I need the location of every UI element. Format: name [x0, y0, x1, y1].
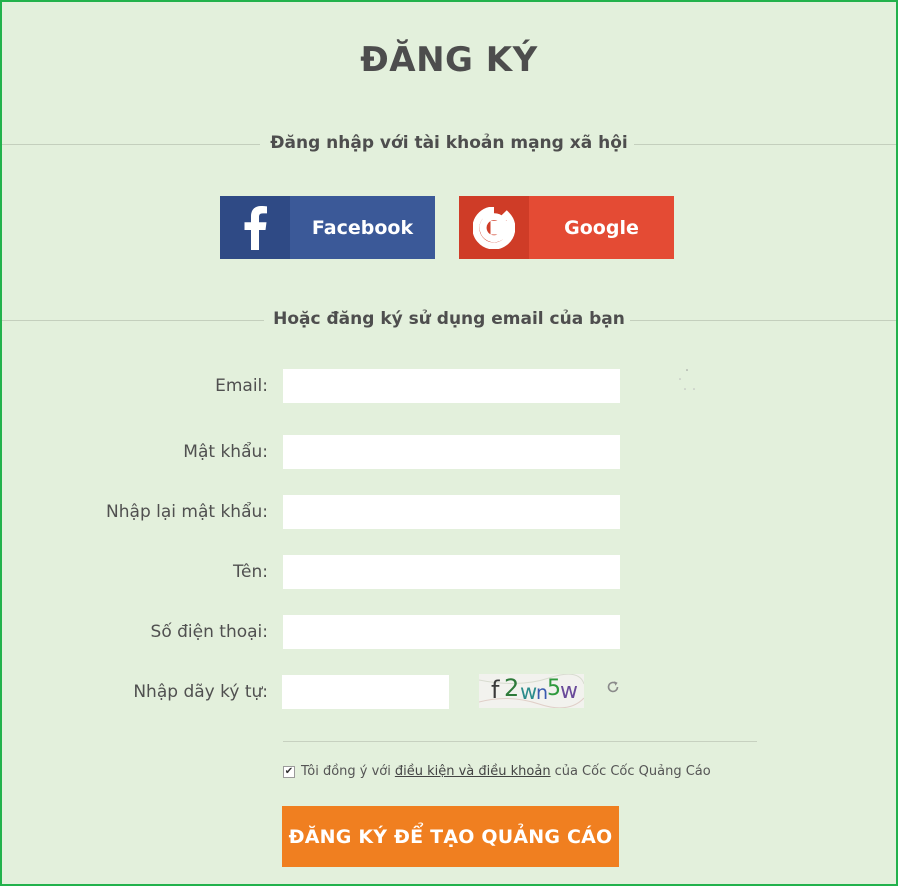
phone-label: Số điện thoại: [150, 622, 268, 642]
page-title: ĐĂNG KÝ [360, 40, 538, 80]
terms-link[interactable]: điều kiện và điều khoản [395, 764, 551, 779]
password-label: Mật khẩu: [183, 442, 268, 462]
google-label: Google [564, 216, 639, 239]
divider-line-right [634, 144, 896, 145]
phone-field[interactable] [283, 615, 620, 649]
password-field[interactable] [283, 435, 620, 469]
confirm-password-label: Nhập lại mật khẩu: [106, 502, 268, 522]
divider-line-right [630, 320, 896, 321]
confirm-password-field[interactable] [283, 495, 620, 529]
google-icon [459, 196, 529, 259]
google-login-button[interactable]: Google [459, 196, 674, 259]
decorative-dots [679, 369, 695, 390]
terms-prefix: Tôi đồng ý với [301, 764, 391, 779]
captcha-char: w [520, 680, 537, 704]
name-field[interactable] [283, 555, 620, 589]
email-heading: Hoặc đăng ký sử dụng email của bạn [273, 309, 625, 329]
captcha-char: 5 [547, 676, 561, 701]
terms-agreement: ✔ Tôi đồng ý với điều kiện và điều khoản… [283, 764, 711, 779]
refresh-captcha-icon[interactable] [606, 680, 622, 696]
name-label: Tên: [233, 562, 268, 582]
captcha-char: 2 [504, 674, 519, 702]
social-heading: Đăng nhập với tài khoản mạng xã hội [270, 133, 628, 153]
terms-suffix: của Cốc Cốc Quảng Cáo [554, 764, 711, 779]
captcha-char: f [491, 676, 500, 704]
social-divider: Đăng nhập với tài khoản mạng xã hội [2, 132, 896, 156]
form-divider [283, 741, 757, 742]
email-divider: Hoặc đăng ký sử dụng email của bạn [2, 308, 896, 332]
terms-checkbox[interactable]: ✔ [283, 765, 295, 778]
captcha-label: Nhập dãy ký tự: [133, 682, 268, 702]
facebook-icon [220, 196, 290, 259]
facebook-login-button[interactable]: Facebook [220, 196, 435, 259]
captcha-char: w [560, 679, 578, 704]
captcha-image: f 2 w n 5 w [479, 674, 584, 708]
facebook-label: Facebook [311, 216, 414, 239]
captcha-input[interactable] [282, 675, 449, 709]
email-label: Email: [215, 376, 268, 396]
email-field[interactable] [283, 369, 620, 403]
register-submit-button[interactable]: ĐĂNG KÝ ĐỂ TẠO QUẢNG CÁO [282, 806, 619, 867]
